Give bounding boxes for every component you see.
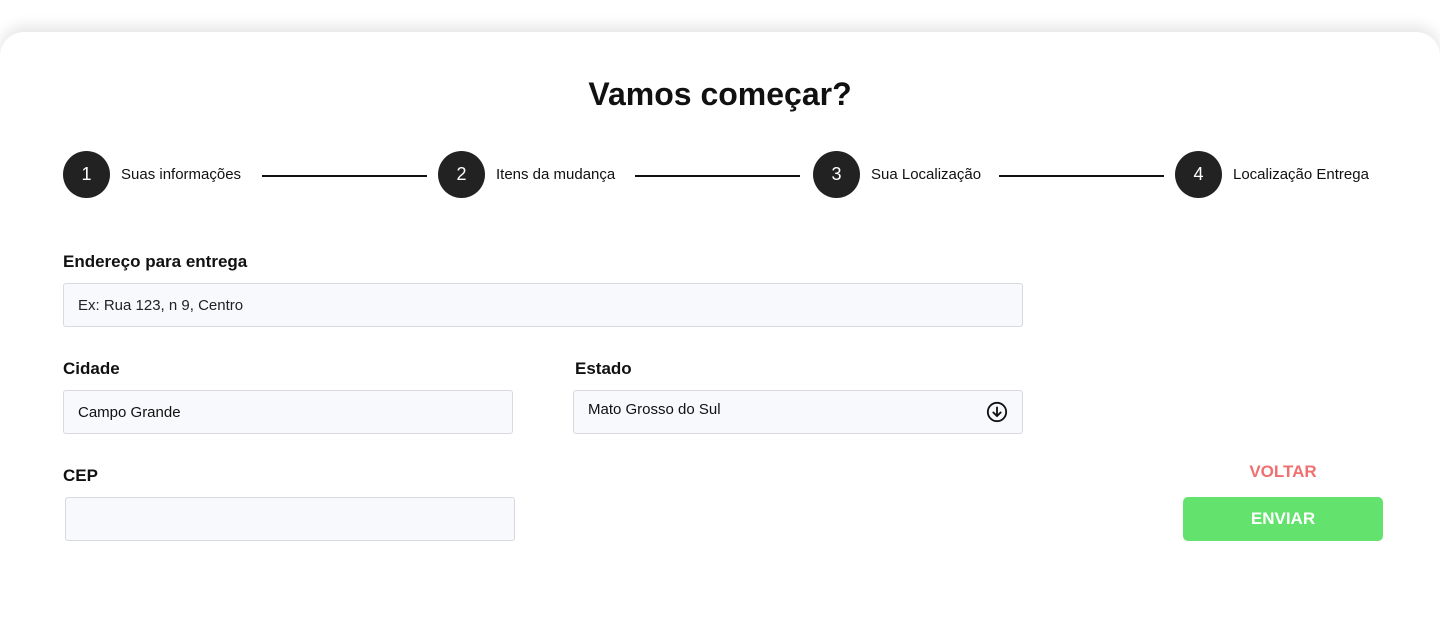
step-connector [635,175,800,177]
step-connector [999,175,1164,177]
state-select[interactable]: Mato Grosso do Sul [573,390,1023,434]
step-label: Itens da mudança [496,166,616,183]
step-label: Localização Entrega [1233,166,1369,183]
arrow-down-circle-icon [986,401,1008,423]
step-number: 3 [813,151,860,198]
page-title: Vamos começar? [588,76,852,112]
cep-label: CEP [63,466,98,485]
step-label: Suas informações [121,166,242,183]
state-selected-value: Mato Grosso do Sul [588,401,721,418]
address-label: Endereço para entrega [63,252,248,271]
form-card [0,32,1440,632]
step-number: 1 [63,151,110,198]
step-number: 2 [438,151,485,198]
city-label: Cidade [63,359,120,378]
step-4: 4 Localização Entrega [1175,151,1369,198]
step-label: Sua Localização [871,166,982,183]
back-button[interactable]: VOLTAR [1183,460,1383,484]
city-input[interactable] [63,390,513,434]
step-number: 4 [1175,151,1222,198]
step-3: 3 Sua Localização [813,151,981,198]
step-connector [262,175,427,177]
step-1: 1 Suas informações [63,151,241,198]
send-button[interactable]: ENVIAR [1183,497,1383,541]
step-2: 2 Itens da mudança [438,151,615,198]
state-label: Estado [575,359,632,378]
cep-input[interactable] [65,497,515,541]
address-input[interactable] [63,283,1023,327]
